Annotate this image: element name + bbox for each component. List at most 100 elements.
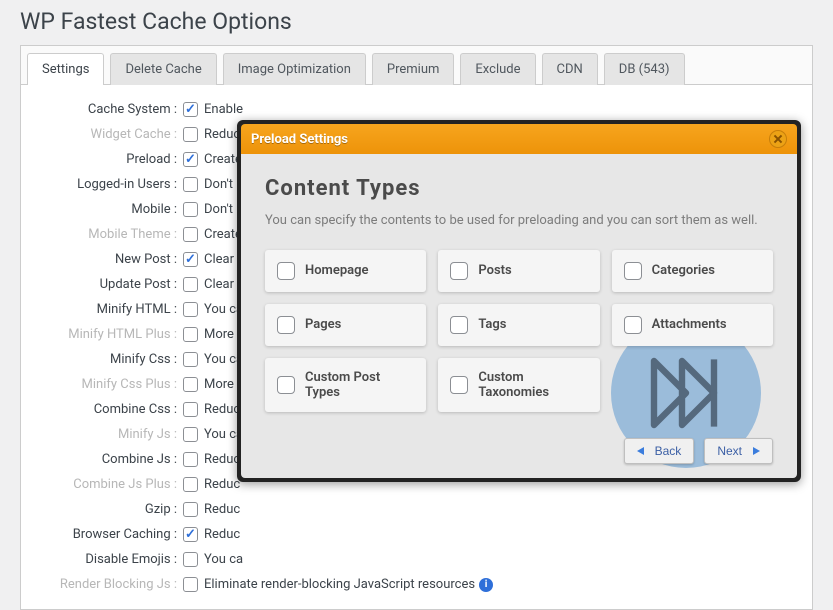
checkbox[interactable] (624, 316, 642, 334)
checkbox[interactable] (183, 202, 198, 217)
checkbox[interactable] (183, 577, 198, 592)
tab-db-543-[interactable]: DB (543) (604, 53, 685, 85)
arrow-right-icon (748, 447, 760, 455)
checkbox[interactable] (183, 427, 198, 442)
setting-desc: Reduc (204, 452, 240, 467)
setting-row: Disable Emojis :You ca (21, 547, 804, 572)
setting-label: New Post : (21, 252, 181, 267)
content-type-pages[interactable]: Pages (265, 304, 426, 346)
setting-desc: Reduc (204, 502, 240, 517)
checkbox[interactable] (183, 152, 198, 167)
tab-image-optimization[interactable]: Image Optimization (223, 53, 366, 85)
content-type-posts[interactable]: Posts (438, 250, 599, 292)
setting-label: Mobile : (21, 202, 181, 217)
content-type-grid: Homepage Posts Categories Pages Tags Attachme… (265, 250, 773, 412)
setting-desc: Don't (204, 177, 233, 192)
content-type-homepage[interactable]: Homepage (265, 250, 426, 292)
checkbox[interactable] (183, 252, 198, 267)
modal-text: You can specify the contents to be used … (265, 211, 773, 232)
checkbox[interactable] (450, 376, 468, 394)
setting-desc: Enable (204, 102, 243, 117)
next-label: Next (717, 444, 742, 458)
setting-label: Combine Css : (21, 402, 181, 417)
checkbox[interactable] (183, 302, 198, 317)
checkbox[interactable] (183, 127, 198, 142)
content-type-categories[interactable]: Categories (612, 250, 773, 292)
setting-label: Minify Css Plus : (21, 377, 181, 392)
setting-label: Browser Caching : (21, 527, 181, 542)
setting-label: Combine Js Plus : (21, 477, 181, 492)
next-button[interactable]: Next (704, 438, 773, 464)
setting-desc: Reduc (204, 477, 240, 492)
chip-label: Posts (478, 263, 511, 278)
content-type-custom-taxonomies[interactable]: Custom Taxonomies (438, 358, 599, 412)
setting-desc: More (204, 377, 234, 392)
tab-settings[interactable]: Settings (27, 53, 104, 85)
modal-header: Preload Settings (241, 124, 797, 154)
checkbox[interactable] (624, 262, 642, 280)
setting-desc: Don't (204, 202, 233, 217)
setting-label: Disable Emojis : (21, 552, 181, 567)
checkbox[interactable] (277, 316, 295, 334)
chip-label: Pages (305, 317, 341, 332)
setting-label: Logged-in Users : (21, 177, 181, 192)
setting-row: Cache System : Enable (21, 97, 804, 122)
setting-desc: Reduc (204, 127, 240, 142)
checkbox[interactable] (450, 262, 468, 280)
checkbox[interactable] (183, 477, 198, 492)
chip-label: Custom Taxonomies (478, 370, 587, 400)
setting-label: Gzip : (21, 502, 181, 517)
setting-desc: Eliminate render-blocking JavaScript res… (204, 577, 475, 592)
setting-label: Cache System : (21, 102, 181, 117)
chip-label: Categories (652, 263, 715, 278)
checkbox[interactable] (183, 552, 198, 567)
setting-label: Update Post : (21, 277, 181, 292)
tab-row: SettingsDelete CacheImage OptimizationPr… (21, 46, 812, 85)
tab-exclude[interactable]: Exclude (460, 53, 535, 85)
content-type-custom-post-types[interactable]: Custom Post Types (265, 358, 426, 412)
checkbox[interactable] (277, 376, 295, 394)
chip-label: Attachments (652, 317, 727, 332)
setting-label: Preload : (21, 152, 181, 167)
checkbox[interactable] (183, 327, 198, 342)
chip-label: Homepage (305, 263, 369, 278)
checkbox[interactable] (183, 527, 198, 542)
checkbox[interactable] (183, 502, 198, 517)
checkbox[interactable] (183, 227, 198, 242)
checkbox[interactable] (183, 177, 198, 192)
checkbox[interactable] (183, 102, 198, 117)
setting-row: Gzip : Reduc (21, 497, 804, 522)
chip-label: Custom Post Types (305, 370, 414, 400)
checkbox[interactable] (277, 262, 295, 280)
back-button[interactable]: Back (624, 438, 695, 464)
setting-label: Minify Js : (21, 427, 181, 442)
setting-desc: More (204, 327, 234, 342)
modal-title: Preload Settings (251, 132, 348, 147)
setting-label: Minify Css : (21, 352, 181, 367)
content-type-attachments[interactable]: Attachments (612, 304, 773, 346)
info-icon[interactable]: i (479, 578, 493, 592)
tab-delete-cache[interactable]: Delete Cache (110, 53, 216, 85)
page-title: WP Fastest Cache Options (20, 8, 813, 35)
chip-label: Tags (478, 317, 506, 332)
arrow-left-icon (637, 447, 649, 455)
setting-desc: Reduc (204, 402, 240, 417)
preload-modal: Preload Settings Content Types You can s… (237, 120, 801, 482)
modal-heading: Content Types (265, 176, 773, 201)
checkbox[interactable] (183, 452, 198, 467)
setting-row: Render Blocking Js :Eliminate render-blo… (21, 572, 804, 597)
checkbox[interactable] (183, 377, 198, 392)
setting-label: Minify HTML Plus : (21, 327, 181, 342)
content-type-tags[interactable]: Tags (438, 304, 599, 346)
back-label: Back (655, 444, 682, 458)
checkbox[interactable] (450, 316, 468, 334)
checkbox[interactable] (183, 402, 198, 417)
tab-premium[interactable]: Premium (372, 53, 455, 85)
close-icon[interactable] (769, 130, 787, 148)
tab-cdn[interactable]: CDN (542, 53, 598, 85)
checkbox[interactable] (183, 277, 198, 292)
checkbox[interactable] (183, 352, 198, 367)
setting-desc: Reduc (204, 527, 240, 542)
setting-label: Combine Js : (21, 452, 181, 467)
setting-label: Widget Cache : (21, 127, 181, 142)
